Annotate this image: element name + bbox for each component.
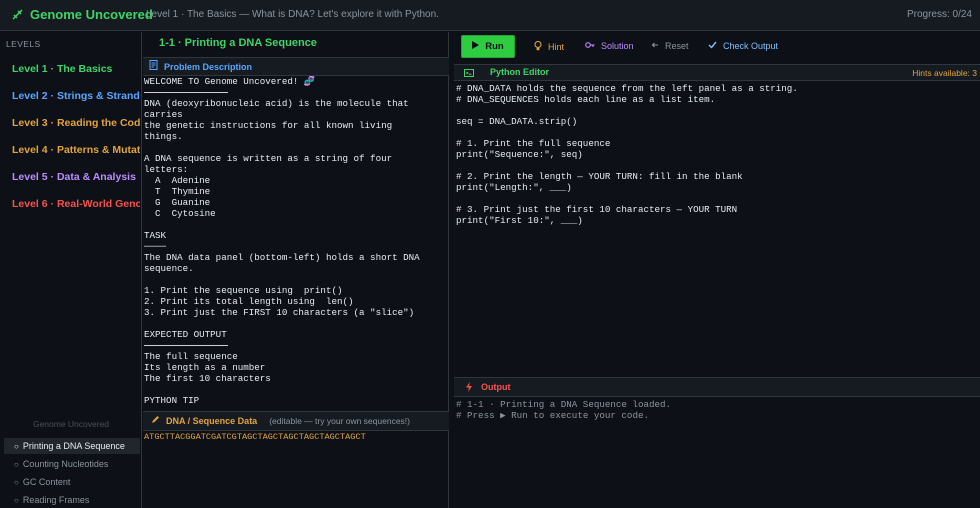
lightbulb-icon bbox=[534, 40, 542, 53]
lesson-item-reading-frames[interactable]: ○ Reading Frames bbox=[4, 492, 140, 508]
editor-header: Python Editor Hints available: 3 bbox=[454, 64, 980, 81]
pencil-icon bbox=[151, 415, 160, 427]
output-line: # 1-1 · Printing a DNA Sequence loaded. bbox=[456, 399, 672, 410]
problem-line: G Guanine bbox=[144, 197, 211, 208]
problem-line bbox=[144, 274, 444, 285]
problem-line: WELCOME TO Genome Uncovered! 🧬 bbox=[144, 76, 316, 87]
problem-line: The DNA data panel (bottom-left) holds a… bbox=[144, 252, 420, 263]
problem-description-label: Problem Description bbox=[164, 61, 253, 72]
problem-line: ──── bbox=[144, 241, 167, 252]
reset-label: Reset bbox=[665, 41, 689, 51]
levels-heading: LEVELS bbox=[6, 39, 41, 49]
solution-label: Solution bbox=[601, 41, 634, 51]
sidebar-level-1[interactable]: Level 1 · The Basics bbox=[12, 63, 140, 75]
lesson-panel: 1-1 · Printing a DNA Sequence Problem De… bbox=[143, 32, 449, 508]
problem-line: TASK bbox=[144, 230, 167, 241]
dna-sequence-input[interactable] bbox=[144, 432, 447, 506]
problem-line: 3. Print just the FIRST 10 characters (a… bbox=[144, 307, 415, 318]
problem-line: A DNA sequence is written as a string of… bbox=[144, 153, 393, 164]
sidebar-level-6[interactable]: Level 6 · Real-World Genomics bbox=[12, 198, 140, 210]
toolbar: Run Hint Solution Reset Check Output bbox=[454, 32, 980, 62]
check-output-button[interactable]: Check Output bbox=[708, 41, 778, 51]
problem-line bbox=[144, 142, 444, 153]
app-title-text: Genome Uncovered bbox=[30, 7, 153, 22]
problem-line: The full sequence bbox=[144, 351, 238, 362]
sidebar-level-4[interactable]: Level 4 · Patterns & Mutations bbox=[12, 144, 140, 156]
output-line: # Press ▶ Run to execute your code. bbox=[456, 410, 649, 421]
play-icon bbox=[472, 41, 480, 52]
key-icon bbox=[585, 41, 595, 51]
lesson-label: Reading Frames bbox=[22, 495, 90, 505]
run-label: Run bbox=[485, 41, 504, 52]
breadcrumb: Level 1 · The Basics — What is DNA? Let'… bbox=[146, 9, 439, 20]
output-header: Output bbox=[454, 377, 980, 397]
editor-title: Python Editor bbox=[490, 67, 549, 77]
problem-line: The first 10 characters bbox=[144, 373, 271, 384]
lesson-label: Printing a DNA Sequence bbox=[22, 441, 125, 451]
problem-line: 2. Print its total length using len() bbox=[144, 296, 354, 307]
hints-available-count: Hints available: 3 bbox=[912, 68, 977, 78]
top-bar: Genome Uncovered Level 1 · The Basics — … bbox=[0, 0, 980, 31]
code-icon bbox=[464, 68, 474, 80]
problem-line: 1. Print the sequence using print() bbox=[144, 285, 343, 296]
sidebar-level-2[interactable]: Level 2 · Strings & Strands bbox=[12, 90, 140, 102]
problem-line: letters: bbox=[144, 164, 189, 175]
output-console: # 1-1 · Printing a DNA Sequence loaded. #… bbox=[456, 399, 978, 507]
solution-button[interactable]: Solution bbox=[585, 41, 634, 51]
problem-line: PYTHON TIP bbox=[144, 395, 200, 406]
sidebar: LEVELS Level 1 · The Basics Level 2 · St… bbox=[0, 32, 142, 508]
check-output-label: Check Output bbox=[723, 41, 779, 51]
problem-line bbox=[144, 384, 444, 395]
reset-button[interactable]: Reset bbox=[651, 41, 689, 51]
problem-line bbox=[144, 219, 444, 230]
problem-line: EXPECTED OUTPUT bbox=[144, 329, 227, 340]
lightning-icon bbox=[465, 382, 473, 395]
progress-indicator: Progress: 0/24 bbox=[906, 9, 972, 20]
problem-line: T Thymine bbox=[144, 186, 211, 197]
circle-icon: ○ bbox=[14, 495, 19, 505]
app-title: Genome Uncovered bbox=[12, 7, 153, 22]
hint-button[interactable]: Hint bbox=[534, 40, 565, 53]
divider bbox=[144, 345, 228, 346]
divider bbox=[144, 92, 228, 93]
problem-line: Its length as a number bbox=[144, 362, 266, 373]
dna-panel-note: (editable — try your own sequences!) bbox=[269, 416, 410, 426]
lesson-item-gc-content[interactable]: ○ GC Content bbox=[4, 474, 140, 490]
hint-label: Hint bbox=[548, 42, 565, 52]
problem-line bbox=[144, 318, 444, 329]
circle-icon: ○ bbox=[14, 477, 19, 487]
problem-line: sequence. bbox=[144, 263, 194, 274]
lesson-title: 1-1 · Printing a DNA Sequence bbox=[159, 37, 317, 49]
run-button[interactable]: Run bbox=[461, 35, 515, 58]
checkmark-icon bbox=[708, 41, 717, 51]
problem-line: the genetic instructions for all known l… bbox=[144, 120, 393, 131]
problem-line: carries bbox=[144, 109, 183, 120]
lesson-label: Counting Nucleotides bbox=[22, 459, 109, 469]
sidebar-subtitle: Genome Uncovered bbox=[32, 419, 110, 429]
problem-description-header: Problem Description bbox=[143, 57, 449, 76]
dna-icon bbox=[12, 9, 23, 20]
document-icon bbox=[149, 60, 158, 73]
circle-icon: ○ bbox=[14, 441, 19, 451]
reset-icon bbox=[651, 41, 659, 51]
lesson-item-printing-dna[interactable]: ○ Printing a DNA Sequence bbox=[4, 438, 140, 454]
code-editor[interactable] bbox=[456, 83, 978, 375]
problem-line: A Adenine bbox=[144, 175, 211, 186]
lesson-label: GC Content bbox=[22, 477, 71, 487]
sidebar-level-3[interactable]: Level 3 · Reading the Code bbox=[12, 117, 140, 129]
dna-panel-label: DNA / Sequence Data bbox=[166, 416, 258, 426]
dna-panel-header: DNA / Sequence Data (editable — try your… bbox=[143, 411, 449, 431]
problem-line: DNA (deoxyribonucleic acid) is the molec… bbox=[144, 98, 409, 109]
editor-panel: Run Hint Solution Reset Check Output Pyt… bbox=[454, 32, 980, 508]
circle-icon: ○ bbox=[14, 459, 19, 469]
output-title: Output bbox=[481, 382, 511, 392]
problem-line: C Cytosine bbox=[144, 208, 216, 219]
sidebar-level-5[interactable]: Level 5 · Data & Analysis bbox=[12, 171, 140, 183]
lesson-item-counting-nucleotides[interactable]: ○ Counting Nucleotides bbox=[4, 456, 140, 472]
problem-line: things. bbox=[144, 131, 183, 142]
problem-description-body: WELCOME TO Genome Uncovered! 🧬 DNA (deoxy… bbox=[144, 76, 444, 408]
